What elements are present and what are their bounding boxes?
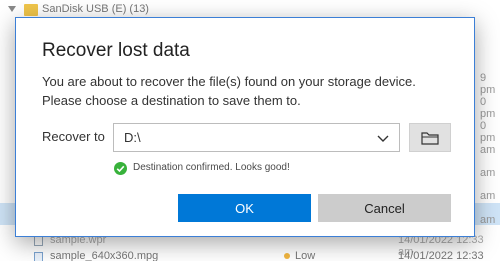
expand-chevron-icon[interactable] bbox=[8, 6, 16, 12]
recover-to-label: Recover to bbox=[42, 129, 105, 144]
folder-icon bbox=[24, 4, 38, 16]
time-fragment: 9 pm bbox=[480, 72, 496, 96]
time-fragment: am bbox=[480, 214, 496, 226]
priority-dot-icon bbox=[284, 253, 290, 259]
time-fragment: 0 pm bbox=[480, 120, 496, 144]
drive-label: SanDisk USB (E) (13) bbox=[42, 3, 149, 15]
file-priority: Low bbox=[295, 250, 316, 261]
time-fragment: am bbox=[480, 167, 496, 179]
recover-dialog: Recover lost data You are about to recov… bbox=[15, 17, 475, 237]
video-file-icon bbox=[34, 252, 43, 261]
browse-folder-button[interactable] bbox=[409, 123, 451, 152]
file-date: 14/01/2022 12:33 am bbox=[398, 250, 484, 261]
folder-icon bbox=[421, 131, 439, 145]
file-name: sample_640x360.mpg bbox=[50, 250, 159, 261]
list-item[interactable]: sample_640x360.mpg Low 14/01/2022 12:33 … bbox=[0, 249, 500, 261]
time-fragment: 0 pm bbox=[480, 96, 496, 120]
chevron-down-icon[interactable] bbox=[377, 132, 389, 144]
destination-select[interactable]: D:\ bbox=[113, 123, 400, 152]
ok-button[interactable]: OK bbox=[178, 194, 311, 222]
dialog-title: Recover lost data bbox=[42, 40, 190, 61]
time-fragment: am bbox=[480, 190, 496, 202]
status-text: Destination confirmed. Looks good! bbox=[133, 162, 290, 173]
check-circle-icon bbox=[114, 162, 127, 175]
dialog-message: You are about to recover the file(s) fou… bbox=[42, 74, 416, 108]
destination-value: D:\ bbox=[124, 130, 141, 145]
time-fragment: am bbox=[480, 144, 496, 156]
file-icon bbox=[34, 236, 43, 246]
cancel-button[interactable]: Cancel bbox=[318, 194, 451, 222]
